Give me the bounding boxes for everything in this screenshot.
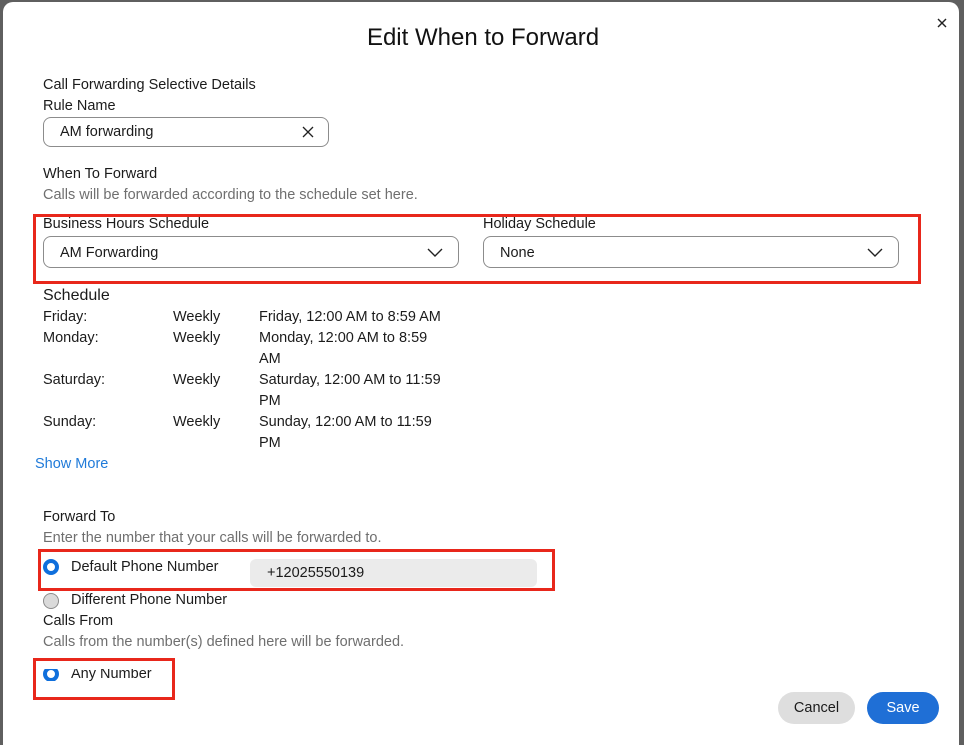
when-to-forward-label: When To Forward <box>43 166 158 182</box>
schedule-time: Saturday, 12:00 AM to 11:59 PM <box>259 372 441 409</box>
calls-from-description: Calls from the number(s) defined here wi… <box>43 634 405 650</box>
rule-name-input[interactable] <box>44 118 300 146</box>
any-number-option[interactable]: Any Number <box>39 669 169 681</box>
any-number-label[interactable]: Any Number <box>71 669 152 681</box>
schedule-recurrence: Weekly <box>173 330 221 346</box>
schedule-time: Sunday, 12:00 AM to 11:59 PM <box>259 414 432 451</box>
calls-from-label: Calls From <box>43 613 114 629</box>
business-hours-select[interactable]: AM Forwarding <box>43 236 459 268</box>
save-button[interactable]: Save <box>867 692 939 724</box>
holiday-schedule-label: Holiday Schedule <box>483 216 596 232</box>
edit-when-to-forward-dialog: Edit When to Forward Call Forwarding Sel… <box>3 2 959 745</box>
schedule-time: Friday, 12:00 AM to 8:59 AM <box>259 309 441 325</box>
default-number-radio[interactable] <box>43 559 59 575</box>
default-phone-number-field: +12025550139 <box>250 559 537 587</box>
dialog-title: Edit When to Forward <box>366 24 600 51</box>
business-hours-selected: AM Forwarding <box>60 245 159 261</box>
chevron-down-icon <box>867 248 883 257</box>
schedule-day: Monday: <box>43 330 99 346</box>
schedule-recurrence: Weekly <box>173 372 221 388</box>
schedule-day: Friday: <box>43 309 88 325</box>
different-number-radio[interactable] <box>43 593 59 609</box>
forward-to-description: Enter the number that your calls will be… <box>43 530 382 546</box>
clear-x-icon[interactable] <box>301 125 315 139</box>
schedule-recurrence: Weekly <box>173 414 221 430</box>
chevron-down-icon <box>427 248 443 257</box>
different-number-label[interactable]: Different Phone Number <box>71 590 227 611</box>
schedule-recurrence: Weekly <box>173 309 221 325</box>
default-number-label[interactable]: Default Phone Number <box>71 557 219 578</box>
schedule-day: Saturday: <box>43 372 106 388</box>
when-to-forward-description: Calls will be forwarded according to the… <box>43 187 418 203</box>
details-section-label: Call Forwarding Selective Details <box>43 77 256 93</box>
show-more-link[interactable]: Show More <box>35 454 108 475</box>
schedule-time: Monday, 12:00 AM to 8:59 AM <box>259 330 428 367</box>
rule-name-field[interactable] <box>43 117 329 147</box>
any-number-radio[interactable] <box>43 669 59 681</box>
holiday-schedule-select[interactable]: None <box>483 236 899 268</box>
holiday-schedule-selected: None <box>500 245 535 261</box>
schedule-label: Schedule <box>43 287 110 304</box>
forward-to-label: Forward To <box>43 509 116 525</box>
cancel-button[interactable]: Cancel <box>778 692 855 724</box>
business-hours-label: Business Hours Schedule <box>43 216 210 232</box>
schedule-day: Sunday: <box>43 414 97 430</box>
rule-name-label: Rule Name <box>43 98 116 114</box>
